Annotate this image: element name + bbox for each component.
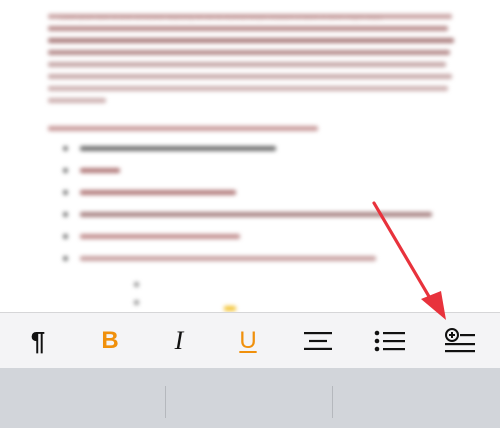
bullet-list-icon: [374, 330, 405, 352]
bullet-dot: [63, 256, 68, 261]
bullet-list-button[interactable]: [368, 323, 412, 359]
align-center-icon: [304, 332, 332, 350]
suggestion-slot[interactable]: [166, 368, 331, 428]
bold-button[interactable]: B: [88, 323, 132, 359]
insert-button[interactable]: [438, 323, 482, 359]
bullet-dot: [63, 234, 68, 239]
formatting-toolbar: ¶ B I U: [0, 312, 500, 368]
bullet-dot: [63, 190, 68, 195]
bullet-dot: [134, 282, 139, 287]
suggestion-slot[interactable]: [333, 368, 500, 428]
bullet-dot: [63, 212, 68, 217]
pilcrow-icon: ¶: [30, 326, 46, 356]
text-line: [48, 26, 448, 31]
keyboard-suggestion-bar: [0, 368, 500, 428]
italic-button[interactable]: I: [157, 323, 201, 359]
document-body[interactable]: Lorem ipsum dolor sit amet consectetur a…: [0, 0, 500, 312]
text-cursor-highlight: [224, 306, 236, 311]
text-line: [48, 74, 452, 79]
bold-icon: B: [101, 327, 119, 354]
list-item-line: [80, 234, 240, 239]
alignment-button[interactable]: [296, 323, 340, 359]
list-item-line: [80, 190, 236, 195]
bullet-dot: [134, 300, 139, 305]
text-line: [48, 86, 448, 91]
list-item-line: [80, 256, 376, 261]
suggestion-slot[interactable]: [0, 368, 165, 428]
underline-icon: U: [239, 327, 257, 354]
italic-icon: I: [174, 326, 184, 355]
text-line: [48, 126, 318, 131]
underline-button[interactable]: U: [226, 323, 270, 359]
document-text: Lorem ipsum dolor sit amet consectetur a…: [60, 16, 382, 22]
text-line: [48, 50, 450, 55]
list-item-line: [80, 212, 432, 217]
insert-above-icon: [445, 328, 475, 353]
text-line: [48, 98, 106, 103]
notes-editor-screen: Lorem ipsum dolor sit amet consectetur a…: [0, 0, 500, 428]
bullet-dot: [63, 168, 68, 173]
list-item-line: [80, 168, 120, 173]
text-line: [48, 62, 446, 67]
bullet-dot: [63, 146, 68, 151]
list-item-line: [80, 146, 276, 151]
paragraph-style-button[interactable]: ¶: [16, 323, 60, 359]
text-line: [48, 38, 454, 43]
